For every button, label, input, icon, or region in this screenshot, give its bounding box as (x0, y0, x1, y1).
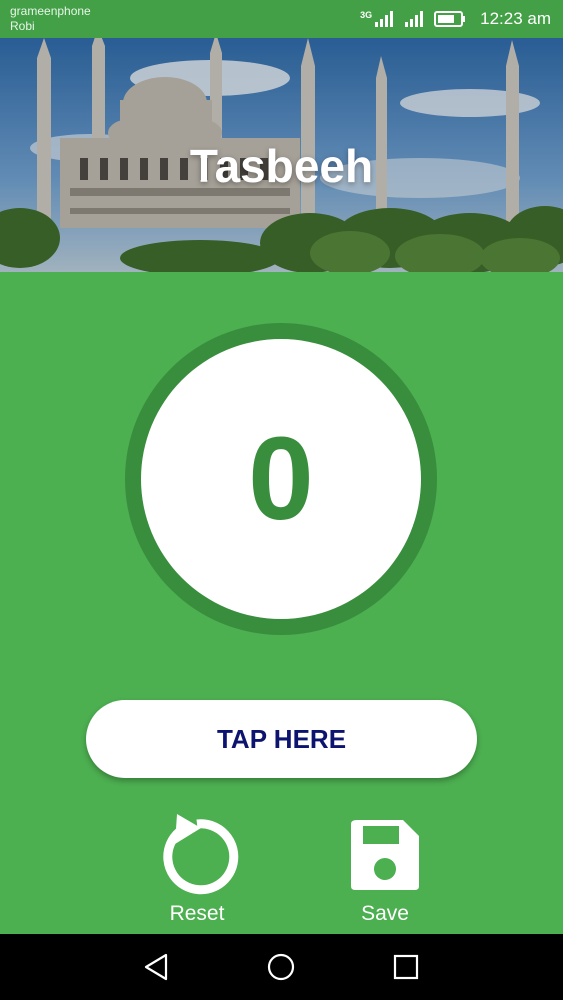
counter-display: 0 (141, 339, 421, 619)
save-label: Save (361, 902, 409, 925)
signal-icon (375, 11, 394, 27)
navigation-bar (0, 934, 563, 1000)
home-icon[interactable] (265, 951, 297, 983)
signal-icon (405, 11, 424, 27)
clock: 12:23 am (480, 9, 551, 28)
battery-icon (434, 11, 466, 27)
save-icon (351, 820, 419, 890)
tasbeeh-screen: grameenphone Robi 3G 12:23 am Tasbeeh 0 … (0, 0, 563, 1000)
header-banner: Tasbeeh (0, 38, 563, 272)
save-button[interactable]: Save (330, 812, 440, 932)
reset-label: Reset (169, 902, 225, 925)
counter-ring: 0 (125, 323, 437, 635)
tap-here-button[interactable]: TAP HERE (86, 700, 477, 778)
page-title: Tasbeeh (189, 140, 374, 192)
carrier-secondary: Robi (10, 19, 35, 33)
reset-icon (163, 814, 239, 895)
reset-button[interactable]: Reset (142, 812, 252, 932)
network-type: 3G (360, 9, 373, 20)
carrier-primary: grameenphone (10, 4, 91, 18)
back-icon[interactable] (140, 951, 172, 983)
carrier-info: grameenphone Robi (10, 4, 91, 34)
status-icons: 3G 12:23 am (360, 7, 551, 31)
counter-value: 0 (248, 413, 314, 545)
status-bar: grameenphone Robi 3G 12:23 am (0, 0, 563, 38)
recents-icon[interactable] (390, 951, 422, 983)
